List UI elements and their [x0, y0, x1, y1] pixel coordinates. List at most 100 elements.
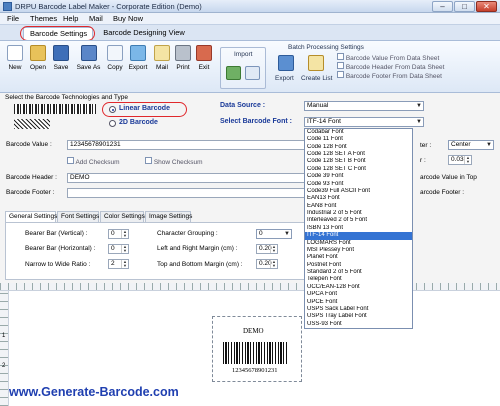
spinner-arrows-icon[interactable]: ▲ ▼ — [121, 245, 128, 253]
batch-value-checkbox[interactable] — [337, 53, 344, 60]
font-option[interactable]: LOGMARS Font — [305, 240, 412, 247]
font-option[interactable]: USPS Tray Label Font — [305, 313, 412, 320]
font-option[interactable]: Interleaved 2 of 5 Font — [305, 217, 412, 224]
tab-color-settings[interactable]: Color Settings — [100, 211, 145, 222]
font-option[interactable]: Telepen Font — [305, 276, 412, 283]
close-button[interactable]: ✕ — [476, 1, 497, 12]
batch-footer-option[interactable]: Barcode Footer From Data Sheet — [337, 71, 442, 81]
print-button[interactable]: Print — [172, 45, 194, 85]
character-grouping-select[interactable]: 0 ▼ — [256, 229, 292, 239]
barcode-font-dropdown[interactable]: Codabar Font Code 11 Font Code 128 Font Cod… — [304, 128, 413, 329]
2d-radio[interactable] — [109, 120, 116, 127]
menu-buy-now[interactable]: Buy Now — [113, 14, 143, 24]
menu-themes[interactable]: Themes — [30, 14, 57, 24]
font-option[interactable]: UCC/EAN-128 Font — [305, 284, 412, 291]
import-list-icon[interactable] — [245, 66, 260, 80]
save-button[interactable]: Save — [50, 45, 72, 85]
font-option[interactable]: ISBN 13 Font — [305, 225, 412, 232]
batch-group-title: Batch Processing Settings — [288, 44, 364, 51]
barcode-header-field[interactable]: DEMO — [67, 173, 305, 183]
font-option[interactable]: UPCE Font — [305, 299, 412, 306]
menu-file[interactable]: File — [7, 14, 19, 24]
save-as-button[interactable]: Save As — [75, 45, 102, 85]
import-excel-icon[interactable] — [226, 66, 241, 80]
tab-font-settings[interactable]: Font Settings — [57, 211, 99, 222]
font-option[interactable]: EAN13 Font — [305, 195, 412, 202]
value-in-top-label: arcode Value in Top — [420, 174, 477, 181]
tb-margin-spinner[interactable]: 0.20 ▲ ▼ — [256, 259, 278, 269]
lr-margin-spinner[interactable]: 0.20 ▲ ▼ — [256, 244, 278, 254]
batch-footer-checkbox[interactable] — [337, 71, 344, 78]
tab-barcode-designing-view[interactable]: Barcode Designing View — [97, 27, 191, 40]
data-source-select[interactable]: Manual ▼ — [304, 101, 424, 111]
font-option[interactable]: ITF-14 Font — [305, 232, 412, 240]
maximize-button[interactable]: □ — [454, 1, 475, 12]
linear-barcode-label[interactable]: Linear Barcode — [119, 105, 170, 113]
export-icon — [130, 45, 146, 61]
font-option[interactable]: Code 93 Font — [305, 181, 412, 188]
narrow-wide-spinner[interactable]: 2 ▲ ▼ — [108, 259, 129, 269]
font-option[interactable]: Code 39 Font — [305, 173, 412, 180]
linear-radio[interactable] — [109, 106, 116, 113]
font-option[interactable]: USS-93 Font — [305, 321, 412, 328]
font-option[interactable]: EAN8 Font — [305, 203, 412, 210]
font-option[interactable]: USPS Sack Label Font — [305, 306, 412, 313]
batch-export-button[interactable]: Export — [275, 53, 296, 89]
menu-help[interactable]: Help — [63, 14, 78, 24]
spinner-arrows-icon[interactable]: ▲ ▼ — [121, 230, 128, 238]
spinner-arrows-icon[interactable]: ▲ ▼ — [464, 156, 471, 164]
exit-button[interactable]: Exit — [193, 45, 215, 85]
show-checksum-option[interactable]: Show Checksum — [145, 157, 203, 167]
font-option[interactable]: Code 128 Font — [305, 144, 412, 151]
spinner-arrows-icon[interactable]: ▲ ▼ — [121, 260, 128, 268]
website-link[interactable]: www.Generate-Barcode.com — [9, 385, 179, 399]
font-option[interactable]: Code 128 SET A Font — [305, 151, 412, 158]
create-list-button[interactable]: Create List — [301, 53, 332, 89]
font-option[interactable]: Code 11 Font — [305, 136, 412, 143]
alignment-label: ter : — [420, 142, 432, 149]
tab-image-settings[interactable]: Image Settings — [145, 211, 192, 222]
chevron-down-icon: ▼ — [486, 142, 492, 148]
lr-margin-label: Left and Right Margin (cm) : — [157, 245, 238, 252]
add-checksum-option[interactable]: Add Checksum — [67, 157, 120, 167]
spinner-arrows-icon[interactable]: ▲ ▼ — [270, 260, 277, 268]
font-option[interactable]: Code39 Full ASCII Font — [305, 188, 412, 195]
barcode-footer-field[interactable] — [67, 188, 305, 198]
barcode-font-select[interactable]: ITF-14 Font ▼ — [304, 117, 424, 127]
spacing-spinner[interactable]: 0.03 ▲ ▼ — [448, 155, 472, 165]
copy-button[interactable]: Copy — [104, 45, 126, 85]
2d-barcode-label[interactable]: 2D Barcode — [119, 119, 158, 127]
font-option[interactable]: MSI Plessey Font — [305, 247, 412, 254]
font-option[interactable]: Industrial 2 of 5 Font — [305, 210, 412, 217]
vertical-ruler: 1 2 — [0, 291, 9, 406]
font-option[interactable]: Postnet Font — [305, 262, 412, 269]
open-button[interactable]: Open — [27, 45, 49, 85]
add-checksum-checkbox[interactable] — [67, 157, 74, 164]
chevron-down-icon: ▼ — [284, 231, 290, 237]
app-icon — [3, 2, 12, 11]
new-button[interactable]: New — [4, 45, 26, 85]
bearer-vertical-spinner[interactable]: 0 ▲ ▼ — [108, 229, 129, 239]
printer-icon — [175, 45, 191, 61]
export-button[interactable]: Export — [126, 45, 150, 85]
show-checksum-checkbox[interactable] — [145, 157, 152, 164]
font-option[interactable]: Planet Font — [305, 254, 412, 261]
spacing-label: r : — [420, 157, 426, 164]
spinner-arrows-icon[interactable]: ▲ ▼ — [270, 245, 277, 253]
alignment-select[interactable]: Center ▼ — [448, 140, 494, 150]
tb-margin-label: Top and Bottom Margin (cm) : — [157, 261, 243, 268]
batch-header-checkbox[interactable] — [337, 62, 344, 69]
bearer-horizontal-spinner[interactable]: 0 ▲ ▼ — [108, 244, 129, 254]
barcode-value-field[interactable]: 12345678901231 — [67, 140, 305, 150]
font-option[interactable]: Code 128 SET B Font — [305, 158, 412, 165]
font-option[interactable]: Standard 2 of 5 Font — [305, 269, 412, 276]
font-option[interactable]: Code 128 SET C Font — [305, 166, 412, 173]
minimize-button[interactable]: – — [432, 1, 453, 12]
menu-mail[interactable]: Mail — [89, 14, 103, 24]
create-list-icon — [308, 55, 324, 71]
font-option[interactable]: Codabar Font — [305, 129, 412, 136]
narrow-wide-label: Narrow to Wide Ratio : — [25, 261, 91, 268]
mail-button[interactable]: Mail — [151, 45, 173, 85]
font-option[interactable]: UPCA Font — [305, 291, 412, 298]
ruler-mark: 1 — [2, 333, 6, 339]
